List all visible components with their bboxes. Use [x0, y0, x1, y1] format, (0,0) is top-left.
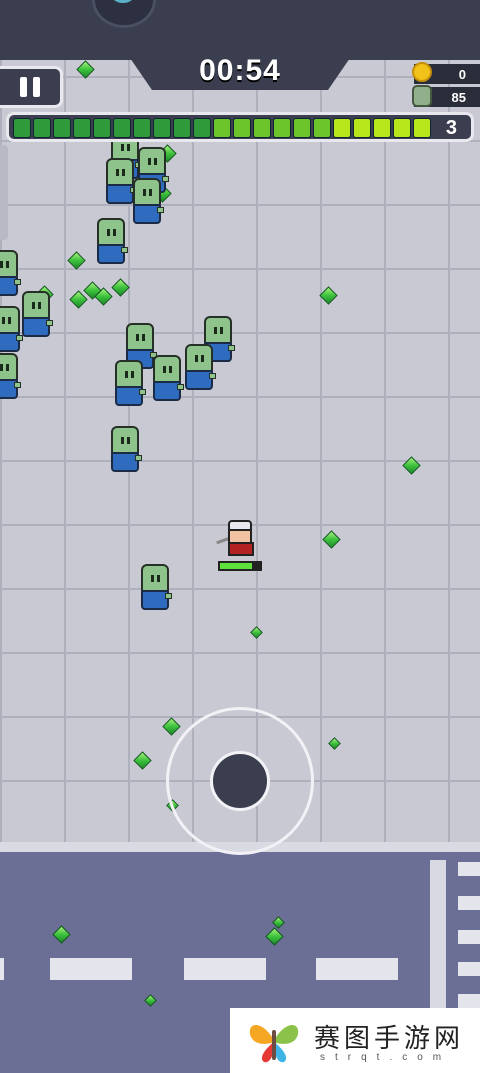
crosswalk-stripe [458, 994, 480, 1008]
experience-segment [13, 118, 31, 138]
zombie-enemy [109, 426, 142, 472]
lane-marking [0, 958, 4, 980]
zombie-enemy [113, 360, 146, 406]
zombie-enemy [151, 355, 184, 401]
experience-segment [373, 118, 391, 138]
experience-segment [113, 118, 131, 138]
coin-counter: 0 [412, 62, 480, 84]
experience-segment [213, 118, 231, 138]
lane-marking [184, 958, 266, 980]
crosswalk-stripe [458, 930, 480, 944]
experience-segment [173, 118, 191, 138]
zombie-enemy [0, 353, 21, 399]
experience-segment [93, 118, 111, 138]
lane-marking [50, 958, 132, 980]
player-level: 3 [445, 117, 457, 139]
kill-counter: 85 [412, 85, 480, 107]
watermark-title: 赛图手游网 [314, 1024, 465, 1054]
top-bar [0, 0, 480, 60]
experience-segment [313, 118, 331, 138]
crosswalk-stripe [458, 862, 480, 876]
pause-button[interactable] [0, 66, 63, 108]
edge-handle [0, 145, 8, 240]
zombie-enemy [131, 178, 164, 224]
experience-segment [333, 118, 351, 138]
crosswalk-stripe [458, 962, 480, 976]
experience-segment [53, 118, 71, 138]
experience-fill [13, 118, 431, 138]
pause-icon [33, 77, 40, 97]
zombie-enemy [139, 564, 172, 610]
kill-count: 85 [451, 90, 466, 105]
zombie-enemy [0, 250, 21, 296]
experience-segment [193, 118, 211, 138]
zombie-enemy [95, 218, 128, 264]
survival-timer: 00:54 [199, 54, 281, 87]
zombie-skull-icon [412, 85, 432, 107]
watermark: 赛图手游网 strqt.com [230, 1008, 480, 1073]
zombie-enemy [20, 291, 53, 337]
experience-segment [73, 118, 91, 138]
experience-bar: 3 [6, 112, 474, 142]
experience-segment [133, 118, 151, 138]
player-health-fill [220, 563, 252, 569]
player-character [216, 520, 258, 556]
experience-segment [293, 118, 311, 138]
experience-segment [393, 118, 411, 138]
experience-segment [253, 118, 271, 138]
coin-icon [412, 62, 432, 82]
joystick-knob[interactable] [210, 751, 270, 811]
experience-segment [413, 118, 431, 138]
experience-segment [233, 118, 251, 138]
pause-icon [20, 77, 27, 97]
coin-count: 0 [458, 67, 466, 82]
experience-segment [273, 118, 291, 138]
zombie-enemy [0, 306, 23, 352]
zombie-enemy [104, 158, 137, 204]
player-health-bar [218, 561, 262, 571]
experience-segment [353, 118, 371, 138]
lane-marking [316, 958, 398, 980]
zombie-enemy [183, 344, 216, 390]
butterfly-logo-icon [249, 1024, 299, 1063]
crosswalk-stripe [458, 896, 480, 910]
watermark-subtitle: strqt.com [320, 1052, 452, 1063]
experience-segment [33, 118, 51, 138]
experience-segment [153, 118, 171, 138]
